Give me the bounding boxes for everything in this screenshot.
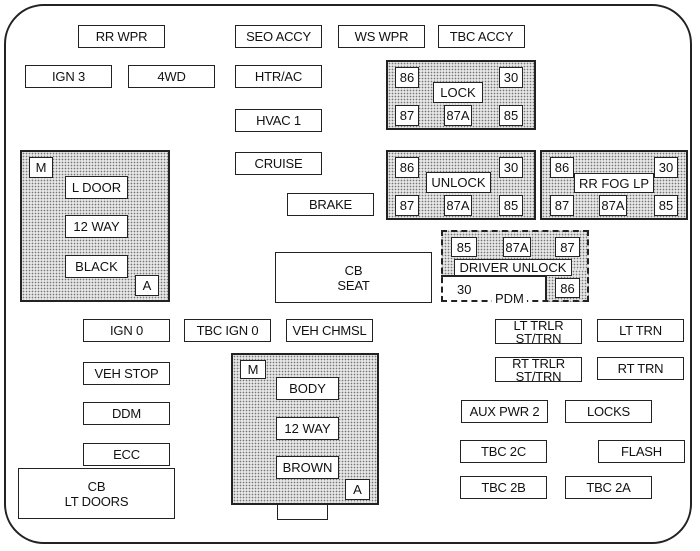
connector-tag-a: A bbox=[135, 275, 159, 296]
connector-label: BROWN bbox=[276, 456, 339, 479]
relay-pin: 87 bbox=[395, 195, 419, 216]
connector-tag-m: M bbox=[240, 360, 266, 379]
relay-pin: 87 bbox=[550, 195, 574, 216]
relay-pin: 86 bbox=[395, 157, 419, 178]
relay-pin: 85 bbox=[451, 237, 477, 257]
relay-pin: 30 bbox=[499, 67, 523, 88]
connector-label: 12 WAY bbox=[65, 215, 128, 238]
fuse-ign0: IGN 0 bbox=[83, 319, 170, 342]
fuse-aux-pwr2: AUX PWR 2 bbox=[461, 400, 548, 423]
relay-pin: 87 bbox=[395, 105, 419, 126]
connector-label: 12 WAY bbox=[276, 417, 339, 440]
circuit-breaker-seat: CB SEAT bbox=[275, 252, 432, 303]
pdm-label: PDM bbox=[492, 291, 527, 306]
connector-label: L DOOR bbox=[65, 176, 128, 199]
connector-tag-a: A bbox=[345, 479, 370, 500]
fuse-4wd: 4WD bbox=[128, 65, 215, 88]
fuse-tbc2a: TBC 2A bbox=[565, 476, 652, 499]
fuse-locks: LOCKS bbox=[565, 400, 652, 423]
fuse-tbc2b: TBC 2B bbox=[460, 476, 547, 499]
pdm-divider bbox=[545, 275, 547, 302]
connector-left-l-door: M L DOOR 12 WAY BLACK A bbox=[20, 150, 170, 302]
pin-30-label: 30 bbox=[457, 282, 472, 297]
relay-unlock: 86 30 UNLOCK 87 87A 85 bbox=[386, 150, 536, 220]
relay-pin: 87A bbox=[444, 105, 472, 126]
fuse-veh-stop: VEH STOP bbox=[83, 362, 170, 385]
relay-rr-fog-lp: 86 30 RR FOG LP 87 87A 85 bbox=[540, 150, 688, 220]
fuse-tbc2c: TBC 2C bbox=[460, 440, 547, 463]
relay-label: LOCK bbox=[433, 82, 483, 103]
relay-pin: 86 bbox=[395, 67, 419, 88]
connector-center-body: M BODY 12 WAY BROWN A bbox=[231, 353, 379, 505]
fuse-htr-ac: HTR/AC bbox=[235, 65, 322, 88]
relay-pin: 87A bbox=[599, 195, 627, 216]
relay-label: DRIVER UNLOCK bbox=[454, 259, 572, 276]
fuse-seo-accy: SEO ACCY bbox=[235, 25, 322, 48]
relay-pin: 86 bbox=[550, 157, 574, 178]
connector-label: BLACK bbox=[65, 255, 128, 278]
relay-pin: 87 bbox=[555, 237, 580, 257]
fuse-cruise: CRUISE bbox=[235, 152, 322, 175]
fuse-flash: FLASH bbox=[598, 440, 685, 463]
circuit-breaker-lt-doors: CB LT DOORS bbox=[18, 468, 175, 519]
relay-label: UNLOCK bbox=[426, 172, 491, 193]
relay-pin: 30 bbox=[499, 157, 523, 178]
fuse-ign3: IGN 3 bbox=[25, 65, 112, 88]
fuse-brake: BRAKE bbox=[287, 193, 374, 216]
relay-label: RR FOG LP bbox=[574, 173, 654, 193]
fuse-ecc: ECC bbox=[83, 443, 170, 466]
fuse-rt-trn: RT TRN bbox=[597, 357, 684, 380]
relay-pin: 85 bbox=[499, 195, 523, 216]
fuse-ws-wpr: WS WPR bbox=[338, 25, 425, 48]
relay-lock: 86 30 LOCK 87 87A 85 bbox=[386, 60, 536, 130]
fuse-rt-trlr-st-trn: RT TRLR ST/TRN bbox=[495, 357, 582, 383]
connector-center-tab bbox=[277, 505, 328, 520]
fuse-ddm: DDM bbox=[83, 402, 170, 425]
fuse-lt-trn: LT TRN bbox=[597, 319, 684, 342]
relay-pin: 86 bbox=[555, 278, 580, 298]
relay-pin: 30 bbox=[654, 157, 678, 178]
fuse-veh-chmsl: VEH CHMSL bbox=[286, 319, 373, 342]
fuse-lt-trlr-st-trn: LT TRLR ST/TRN bbox=[495, 319, 582, 345]
relay-pin: 85 bbox=[654, 195, 678, 216]
fuse-hvac1: HVAC 1 bbox=[235, 109, 322, 132]
fuse-tbc-ign0: TBC IGN 0 bbox=[184, 319, 271, 342]
fuse-rr-wpr: RR WPR bbox=[78, 25, 165, 48]
connector-tag-m: M bbox=[29, 157, 53, 178]
relay-pin: 87A bbox=[444, 195, 472, 216]
relay-pin: 85 bbox=[499, 105, 523, 126]
relay-pin: 87A bbox=[503, 237, 531, 257]
fuse-tbc-accy: TBC ACCY bbox=[438, 25, 525, 48]
connector-label: BODY bbox=[276, 377, 339, 400]
